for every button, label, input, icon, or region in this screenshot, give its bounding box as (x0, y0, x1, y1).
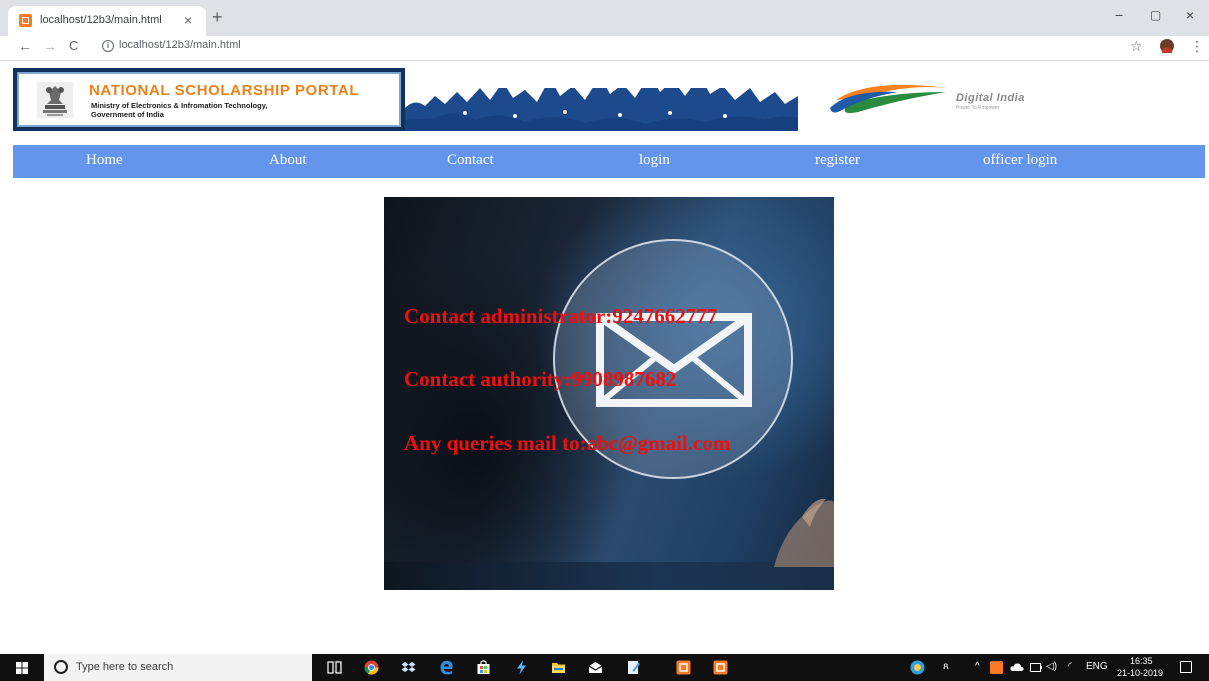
contact-administrator: Contact administrator:9247662777 (404, 304, 718, 328)
task-view-icon[interactable] (327, 660, 342, 675)
nsp-logo: NATIONAL SCHOLARSHIP PORTAL Ministry of … (13, 68, 405, 131)
dropbox-icon[interactable] (401, 660, 416, 675)
nav-login[interactable]: login (639, 152, 670, 169)
close-window-button[interactable]: × (1186, 6, 1194, 24)
contact-image-panel: Contact administrator:9247662777 Contact… (384, 197, 834, 590)
tab-title: localhost/12b3/main.html (40, 14, 162, 26)
digital-india-tagline: Power To Empower (956, 105, 1000, 111)
xampp-icon[interactable] (676, 660, 691, 675)
hand-silhouette (774, 498, 834, 567)
digital-india-text: Digital India (956, 92, 1025, 104)
browser-tab-strip: localhost/12b3/main.html × + − ▢ × (0, 0, 1209, 36)
new-tab-button[interactable]: + (212, 7, 223, 27)
file-explorer-icon[interactable] (551, 660, 566, 675)
tray-xampp-icon[interactable] (990, 661, 1003, 674)
volume-icon[interactable]: ◁) (1046, 660, 1057, 674)
nsp-logo-frame: NATIONAL SCHOLARSHIP PORTAL Ministry of … (17, 72, 401, 127)
site-info-icon[interactable]: i (102, 40, 114, 52)
ministry-line-1: Ministry of Electronics & Infromation Te… (91, 101, 268, 110)
reload-button[interactable]: C (69, 36, 78, 56)
edge-icon[interactable] (439, 660, 454, 675)
mail-app-icon[interactable] (588, 660, 603, 675)
contact-queries-email: Any queries mail to:abc@gmail.com (404, 431, 731, 455)
xampp-favicon-icon (19, 14, 32, 27)
taskbar-search-placeholder[interactable]: Type here to search (76, 661, 173, 673)
people-icon[interactable]: ጸ (943, 660, 949, 674)
taskbar-search-box[interactable]: Type here to search (44, 654, 341, 681)
browser-toolbar: ← → C i localhost/12b3/main.html ☆ ⋮ (0, 36, 1209, 58)
bookmark-star-icon[interactable]: ☆ (1130, 36, 1143, 56)
nav-register[interactable]: register (815, 152, 860, 169)
contact-authority: Contact authority:9908987682 (404, 367, 677, 391)
browser-tab[interactable]: localhost/12b3/main.html × (8, 6, 206, 36)
action-center-icon[interactable] (1180, 661, 1192, 673)
browser-menu-icon[interactable]: ⋮ (1190, 36, 1204, 56)
portal-title: NATIONAL SCHOLARSHIP PORTAL (89, 82, 360, 99)
address-bar[interactable]: i localhost/12b3/main.html (92, 37, 1132, 57)
clock-date[interactable]: 21-10-2019 (1117, 668, 1163, 678)
windows-taskbar: Type here to search ጸ ^ ◁) ◜ ENG 16:35 2… (0, 654, 1209, 681)
url-text[interactable]: localhost/12b3/main.html (119, 39, 241, 51)
minimize-button[interactable]: − (1115, 6, 1123, 24)
crowd-silhouette-banner (405, 68, 798, 131)
xampp-control-icon[interactable] (713, 660, 728, 675)
clock-time[interactable]: 16:35 (1130, 656, 1153, 666)
restore-button[interactable]: ▢ (1150, 6, 1161, 24)
toolbar-divider (0, 60, 1209, 61)
nav-contact[interactable]: Contact (447, 152, 494, 169)
nav-officer-login[interactable]: officer login (983, 152, 1057, 169)
notepad-icon[interactable] (626, 660, 641, 675)
store-icon[interactable] (476, 660, 491, 675)
windows-start-icon[interactable] (16, 662, 28, 674)
nav-home[interactable]: Home (86, 152, 123, 169)
tab-close-icon[interactable]: × (184, 12, 192, 28)
digital-india-logo: Digital India Power To Empower (828, 78, 1108, 118)
ministry-line-2: Government of India (91, 110, 164, 119)
show-hidden-icons-chevron-icon[interactable]: ^ (975, 660, 980, 674)
battery-icon[interactable] (1030, 663, 1042, 672)
language-indicator[interactable]: ENG (1086, 660, 1108, 674)
cortana-icon (54, 660, 68, 674)
help-icon[interactable] (910, 660, 925, 675)
chrome-icon[interactable] (364, 660, 379, 675)
lightning-app-icon[interactable] (514, 660, 529, 675)
digital-india-swoosh-icon (830, 84, 948, 113)
forward-button[interactable]: → (43, 36, 57, 56)
main-nav: Home About Contact login register office… (13, 145, 1205, 178)
nav-about[interactable]: About (269, 152, 307, 169)
back-button[interactable]: ← (18, 36, 32, 56)
onedrive-cloud-icon[interactable] (1010, 662, 1024, 672)
wifi-icon[interactable]: ◜ (1068, 660, 1072, 674)
national-emblem-icon (37, 82, 73, 118)
profile-avatar[interactable] (1160, 39, 1174, 53)
